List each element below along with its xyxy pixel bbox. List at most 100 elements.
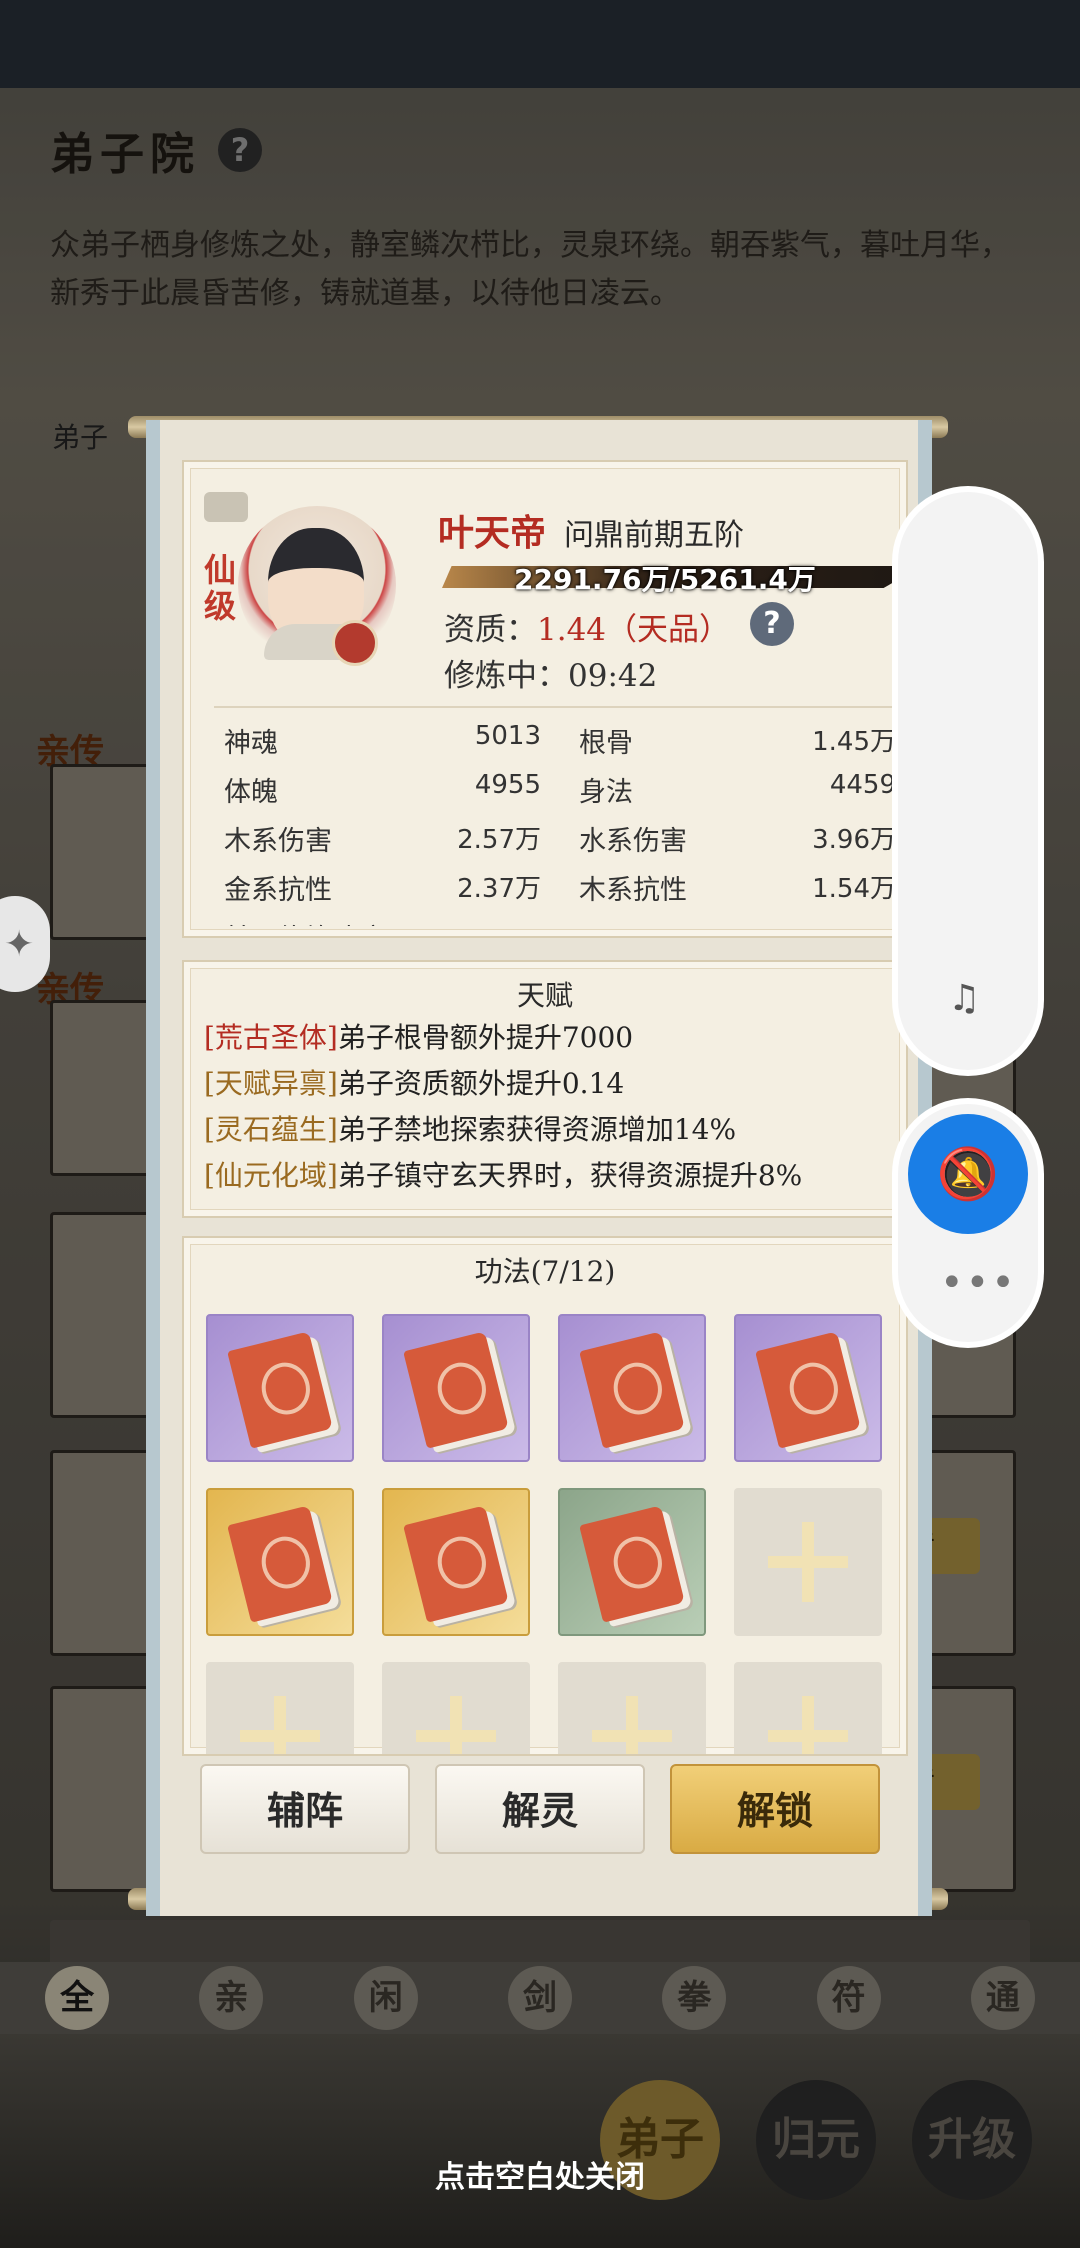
- stat-label: 神魂: [224, 728, 278, 759]
- skill-book-icon: [403, 1505, 509, 1623]
- close-hint: 点击空白处关闭: [435, 2160, 645, 2195]
- talent-text: 弟子资质额外提升0.14: [337, 1067, 625, 1100]
- stat-value: 5013: [474, 721, 541, 751]
- stat-value: 1.54万: [812, 874, 896, 904]
- talent-tag: [灵石蕴生]: [204, 1113, 338, 1146]
- skill-book-icon: [579, 1331, 685, 1449]
- assist-button[interactable]: 辅阵: [200, 1764, 410, 1854]
- divider: [214, 706, 924, 708]
- tab-fist[interactable]: 拳: [662, 1966, 727, 2030]
- stat-row: 木系伤害 2.57万 水系伤害 3.96万: [214, 814, 924, 863]
- cultivation-status: 修炼中：09:42: [444, 650, 657, 695]
- stat-row: 金系抗性 2.37万 木系抗性 1.54万: [214, 863, 924, 912]
- quality-value: 1.44（天品）: [537, 612, 731, 648]
- skill-grid: [206, 1314, 906, 1754]
- character-detail-scroll: 仙级 叶天帝 问鼎前期五阶 2291.76万/5261.4万 资质：1.44（天…: [146, 420, 932, 1916]
- stat-value: 2.57万: [457, 825, 541, 855]
- character-info-panel: 仙级 叶天帝 问鼎前期五阶 2291.76万/5261.4万 资质：1.44（天…: [182, 460, 924, 938]
- skill-slot[interactable]: [382, 1314, 530, 1462]
- puzzle-icon: ✦: [4, 924, 35, 965]
- talent-text: 弟子根骨额外提升7000: [337, 1021, 634, 1054]
- stat-row: 神魂 5013 根骨 1.45万: [214, 716, 924, 765]
- skill-slot[interactable]: [206, 1488, 354, 1636]
- tab-all[interactable]: 全: [45, 1966, 110, 2030]
- tab-general[interactable]: 通: [970, 1966, 1035, 2030]
- skills-title: 功法(7/12): [474, 1255, 616, 1288]
- action-buttons: 辅阵 解灵 解锁: [200, 1764, 880, 1858]
- skills-panel: 功法(7/12): [182, 1236, 908, 1756]
- empty-skill-slot[interactable]: [382, 1662, 530, 1754]
- quality-row: 资质：1.44（天品）: [444, 604, 730, 649]
- skill-book-icon: [227, 1505, 333, 1623]
- music-off-icon[interactable]: ♫: [948, 978, 980, 1019]
- plus-icon: [592, 1696, 672, 1754]
- stat-value: 4955: [474, 770, 541, 800]
- talent-text: 弟子镇守玄天界时，获得资源提升8%: [337, 1159, 803, 1192]
- more-icon[interactable]: •••: [940, 1260, 1017, 1306]
- talents-panel: 天赋 [荒古圣体]弟子根骨额外提升7000 [天赋异禀]弟子资质额外提升0.14…: [182, 960, 908, 1218]
- stat-label: 体魄: [224, 777, 278, 808]
- skill-book-icon: [579, 1505, 685, 1623]
- status-time: 09:42: [568, 658, 658, 694]
- stat-label: 金系抗性: [224, 875, 332, 906]
- empty-skill-slot[interactable]: [734, 1488, 882, 1636]
- plus-icon: [768, 1522, 848, 1602]
- tab-sword[interactable]: 剑: [507, 1966, 572, 2030]
- status-label: 修炼中：: [444, 658, 568, 694]
- stat-value: 3.96万: [812, 825, 896, 855]
- skill-slot[interactable]: [206, 1314, 354, 1462]
- empty-skill-slot[interactable]: [734, 1662, 882, 1754]
- skill-slot[interactable]: [382, 1488, 530, 1636]
- talent-tag: [荒古圣体]: [204, 1021, 338, 1054]
- skill-slot[interactable]: [558, 1488, 706, 1636]
- talent-text: 弟子禁地探索获得资源增加14%: [337, 1113, 737, 1146]
- empty-skill-slot[interactable]: [206, 1662, 354, 1754]
- talent-item: [灵石蕴生]弟子禁地探索获得资源增加14%: [184, 1108, 906, 1152]
- stat-row: 弟子修炼速度 28.59万: [214, 912, 924, 926]
- tab-close-disciple[interactable]: 亲: [199, 1966, 264, 2030]
- status-bar: [0, 0, 1080, 88]
- stat-label: 弟子修炼速度: [224, 917, 386, 926]
- stat-label: 木系伤害: [224, 826, 332, 857]
- fist-type-icon: [332, 620, 378, 666]
- grade-badge: 仙级: [204, 551, 237, 625]
- quality-label: 资质：: [444, 612, 537, 648]
- talent-tag: [仙元化域]: [204, 1159, 338, 1192]
- talent-item: [仙元化域]弟子镇守玄天界时，获得资源提升8%: [184, 1154, 906, 1198]
- plus-icon: [240, 1696, 320, 1754]
- left-float-handle[interactable]: ✦: [0, 896, 50, 992]
- quality-help-icon[interactable]: ?: [750, 602, 794, 646]
- skill-book-icon: [403, 1331, 509, 1449]
- stat-label: 水系伤害: [579, 826, 687, 857]
- stat-label: 木系抗性: [579, 875, 687, 906]
- stat-label: 根骨: [579, 728, 633, 759]
- stat-row: 体魄 4955 身法 4459: [214, 765, 924, 814]
- talent-item: [荒古圣体]弟子根骨额外提升7000: [184, 1016, 906, 1060]
- plus-icon: [768, 1696, 848, 1754]
- bell-off-icon[interactable]: 🔕: [908, 1114, 1028, 1234]
- plus-icon: [416, 1696, 496, 1754]
- stats-table[interactable]: 神魂 5013 根骨 1.45万 体魄 4955 身法 4459 木系伤害 2.57万 水…: [214, 716, 924, 926]
- release-button[interactable]: 解灵: [435, 1764, 645, 1854]
- talent-item: [天赋异禀]弟子资质额外提升0.14: [184, 1062, 906, 1106]
- skill-book-icon: [755, 1331, 861, 1449]
- exp-text: 2291.76万/5261.4万: [514, 563, 816, 596]
- character-name: 叶天帝: [438, 512, 547, 554]
- stat-value: 2.37万: [457, 874, 541, 904]
- tab-idle[interactable]: 闲: [353, 1966, 418, 2030]
- stat-label: 身法: [579, 777, 633, 808]
- filter-tabs: 全 亲 闲 剑 拳 符 通: [0, 1962, 1080, 2034]
- talent-tag: [天赋异禀]: [204, 1067, 338, 1100]
- stat-value: 28.59万: [441, 917, 541, 926]
- tab-talisman[interactable]: 符: [816, 1966, 881, 2030]
- lock-tag-icon[interactable]: [204, 492, 248, 522]
- skill-slot[interactable]: [558, 1314, 706, 1462]
- skill-book-icon: [227, 1331, 333, 1449]
- talents-title: 天赋: [516, 979, 573, 1012]
- empty-skill-slot[interactable]: [558, 1662, 706, 1754]
- character-rank: 问鼎前期五阶: [564, 518, 744, 553]
- stat-value: 1.45万: [812, 727, 896, 757]
- stat-value: 4459: [829, 770, 896, 800]
- skill-slot[interactable]: [734, 1314, 882, 1462]
- unlock-button[interactable]: 解锁: [670, 1764, 880, 1854]
